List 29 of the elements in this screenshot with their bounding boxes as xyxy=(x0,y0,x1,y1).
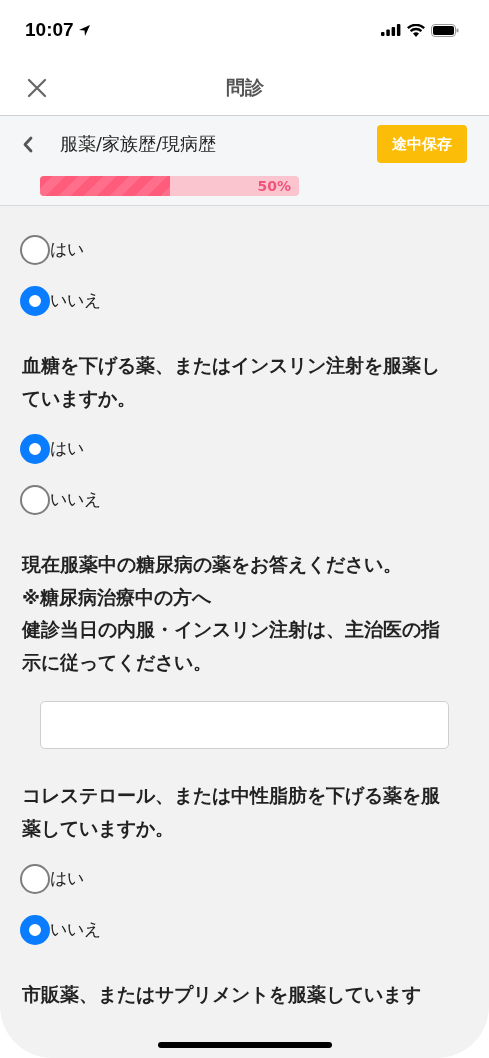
question-text: 現在服薬中の糖尿病の薬をお答えください。 xyxy=(22,553,403,577)
section-title: 服薬/家族歴/現病歴 xyxy=(60,133,217,156)
back-icon[interactable] xyxy=(22,135,33,153)
location-arrow-icon xyxy=(77,23,91,37)
radio-button[interactable] xyxy=(20,234,50,265)
radio-button[interactable] xyxy=(20,285,50,316)
option-label[interactable]: いいえ xyxy=(50,918,101,941)
option-label[interactable]: はい xyxy=(50,437,84,460)
question-text: コレステロール、または中性脂肪を下げる薬を服薬していますか。 xyxy=(22,784,440,841)
close-icon[interactable] xyxy=(27,77,47,98)
question-text: 市販薬、またはサプリメントを服薬しています xyxy=(22,983,422,1007)
screen-title: 問診 xyxy=(225,74,264,100)
input-field[interactable] xyxy=(40,701,449,749)
question-text: ※糖尿病治療中の方へ xyxy=(22,585,212,610)
question-text: 血糖を下げる薬、またはインスリン注射を服薬していますか。 xyxy=(22,354,440,411)
signal-icon xyxy=(381,24,401,36)
radio-button[interactable] xyxy=(20,433,50,464)
radio-button[interactable] xyxy=(20,863,50,894)
wifi-icon xyxy=(407,23,425,37)
option-label[interactable]: いいえ xyxy=(50,289,101,312)
option-label[interactable]: いいえ xyxy=(50,488,101,511)
question-text: 健診当日の内服・インスリン注射は、主治医の指示に従ってください。 xyxy=(22,618,440,675)
status-time: 10:07 xyxy=(25,19,74,41)
option-label[interactable]: はい xyxy=(50,867,84,890)
battery-icon xyxy=(431,23,459,37)
radio-button[interactable] xyxy=(20,914,50,945)
radio-button[interactable] xyxy=(20,484,50,515)
option-label[interactable]: はい xyxy=(50,238,84,261)
progress-label: 50% xyxy=(257,177,291,196)
